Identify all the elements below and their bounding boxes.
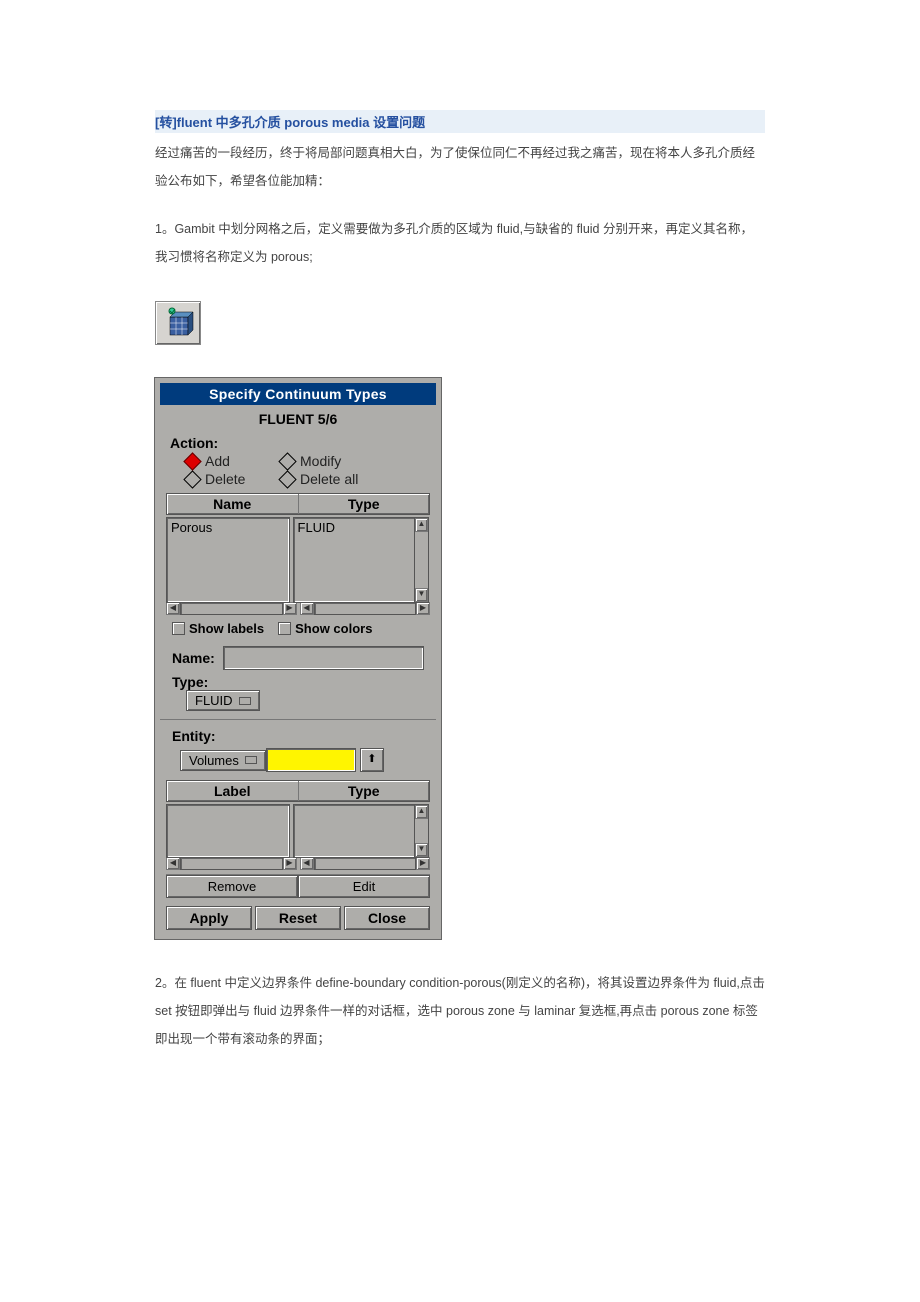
show-colors-checkbox[interactable] [278, 622, 291, 635]
show-colors-label: Show colors [295, 621, 372, 636]
title-bar: [转]fluent 中多孔介质 porous media 设置问题 [155, 110, 765, 133]
article-title: [转]fluent 中多孔介质 porous media 设置问题 [155, 115, 425, 130]
show-labels-label: Show labels [189, 621, 264, 636]
col-header-type: Type [299, 494, 430, 514]
dialog-title: Specify Continuum Types [160, 383, 436, 405]
reset-button[interactable]: Reset [255, 906, 341, 930]
type-list[interactable]: FLUID ▲ ▼ [293, 517, 417, 603]
scrollbar-v[interactable]: ▲ ▼ [414, 517, 429, 603]
scroll-down-icon[interactable]: ▼ [415, 588, 428, 602]
scroll-up-icon-2[interactable]: ▲ [415, 805, 428, 819]
name-field-label: Name: [172, 650, 215, 666]
entity-label: Entity: [172, 728, 424, 744]
type-list-2[interactable]: ▲ ▼ [293, 804, 417, 858]
col-header-label: Label [167, 781, 299, 801]
radio-delete[interactable]: Delete [186, 471, 281, 487]
edit-button[interactable]: Edit [298, 875, 430, 898]
action-label: Action: [170, 435, 430, 451]
radio-delete-all[interactable]: Delete all [281, 471, 376, 487]
up-button[interactable]: ⬆ [360, 748, 384, 772]
col-header-name: Name [167, 494, 299, 514]
name-list[interactable]: Porous [166, 517, 290, 603]
paragraph-1: 1。Gambit 中划分网格之后，定义需要做为多孔介质的区域为 fluid,与缺… [155, 215, 765, 271]
type-field-label: Type: [172, 674, 424, 690]
close-button[interactable]: Close [344, 906, 430, 930]
name-input[interactable] [223, 646, 424, 670]
label-list[interactable] [166, 804, 290, 858]
entity-input[interactable] [266, 748, 356, 772]
scrollbar-v-2[interactable]: ▲ ▼ [414, 804, 429, 858]
intro-paragraph: 经过痛苦的一段经历，终于将局部问题真相大白，为了使保位同仁不再经过我之痛苦，现在… [155, 139, 765, 195]
show-labels-checkbox[interactable] [172, 622, 185, 635]
paragraph-2: 2。在 fluent 中定义边界条件 define-boundary condi… [155, 969, 765, 1053]
radio-add[interactable]: Add [186, 453, 281, 469]
remove-button[interactable]: Remove [166, 875, 298, 898]
radio-modify[interactable]: Modify [281, 453, 376, 469]
apply-button[interactable]: Apply [166, 906, 252, 930]
specify-continuum-dialog: Specify Continuum Types FLUENT 5/6 Actio… [155, 378, 441, 939]
col-header-type2: Type [299, 781, 430, 801]
dialog-subtitle: FLUENT 5/6 [166, 411, 430, 427]
scrollbar-h-left-2[interactable]: ◀▶ [166, 857, 297, 870]
scrollbar-h-right[interactable]: ◀▶ [300, 602, 431, 615]
mesh-volume-icon [155, 301, 201, 345]
entity-select[interactable]: Volumes [180, 750, 266, 771]
scrollbar-h-right-2[interactable]: ◀▶ [300, 857, 431, 870]
scrollbar-h-left[interactable]: ◀▶ [166, 602, 297, 615]
type-select[interactable]: FLUID [186, 690, 260, 711]
scroll-up-icon[interactable]: ▲ [415, 518, 428, 532]
scroll-down-icon-2[interactable]: ▼ [415, 843, 428, 857]
